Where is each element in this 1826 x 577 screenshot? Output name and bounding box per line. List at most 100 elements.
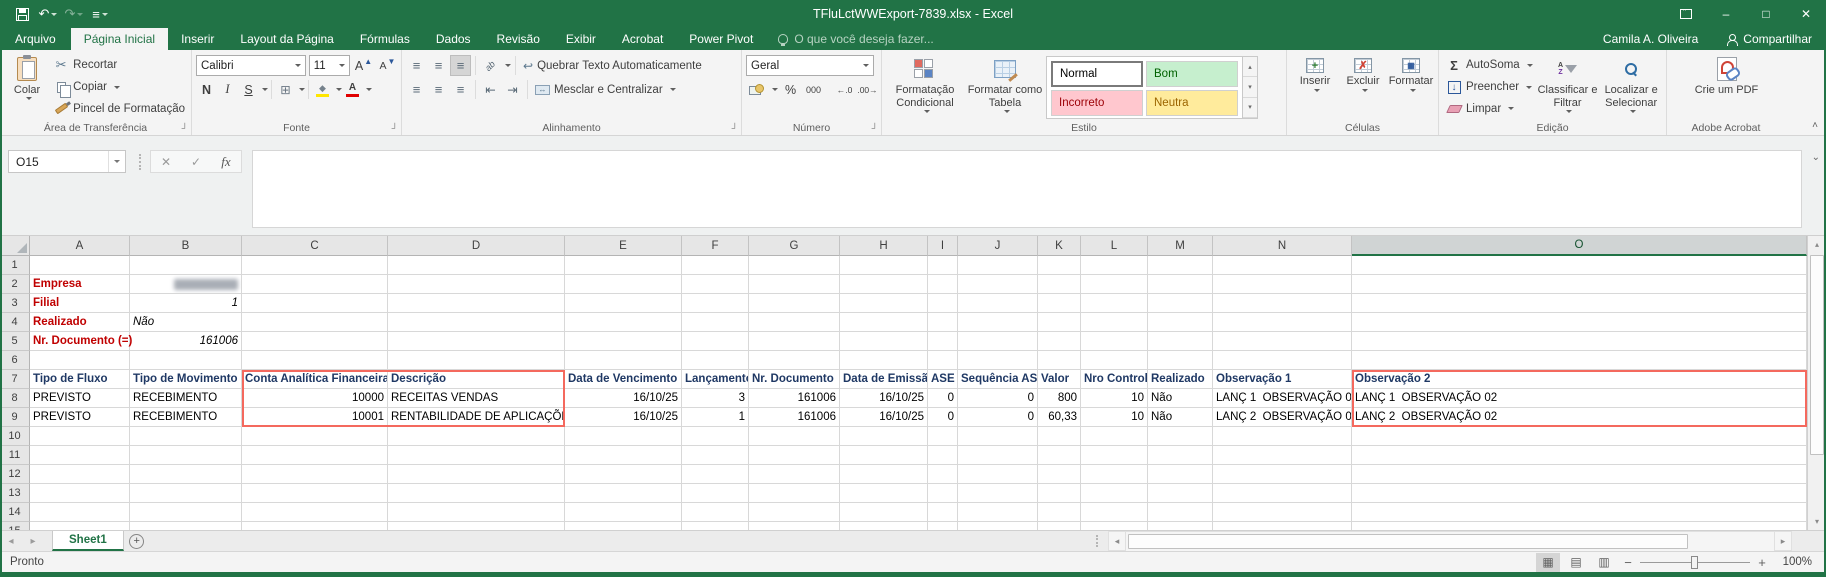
cell-G11[interactable]: [749, 446, 840, 465]
cell-F8[interactable]: 3: [682, 389, 749, 408]
cell-A2[interactable]: Empresa: [30, 275, 130, 294]
cell-A15[interactable]: [30, 522, 130, 530]
cell-A12[interactable]: [30, 465, 130, 484]
increase-decimal-button[interactable]: ←.0: [834, 79, 855, 100]
cell-B13[interactable]: [130, 484, 242, 503]
cell-G13[interactable]: [749, 484, 840, 503]
cell-K3[interactable]: [1038, 294, 1081, 313]
tell-me-box[interactable]: O que você deseja fazer...: [778, 28, 933, 50]
orientation-dropdown-icon[interactable]: [505, 64, 511, 67]
cell-F13[interactable]: [682, 484, 749, 503]
column-header-K[interactable]: K: [1038, 236, 1081, 256]
borders-dropdown-icon[interactable]: [299, 88, 305, 91]
fill-color-button[interactable]: ◆: [312, 79, 333, 100]
tab-power-pivot[interactable]: Power Pivot: [676, 28, 766, 50]
insert-cells-button[interactable]: + Inserir: [1291, 53, 1339, 119]
cell-J13[interactable]: [958, 484, 1038, 503]
cell-M6[interactable]: [1148, 351, 1213, 370]
orientation-button[interactable]: ab: [480, 55, 501, 76]
cell-N2[interactable]: [1213, 275, 1352, 294]
format-painter-button[interactable]: Pincel de Formatação: [50, 98, 188, 119]
cell-M3[interactable]: [1148, 294, 1213, 313]
horizontal-scrollbar[interactable]: [1126, 531, 1774, 551]
column-header-N[interactable]: N: [1213, 236, 1352, 256]
cell-F15[interactable]: [682, 522, 749, 530]
cell-E12[interactable]: [565, 465, 682, 484]
cell-K9[interactable]: 60,33: [1038, 408, 1081, 427]
cell-K12[interactable]: [1038, 465, 1081, 484]
row-header-5[interactable]: 5: [0, 332, 30, 351]
font-name-select[interactable]: Calibri: [196, 55, 306, 76]
cell-D10[interactable]: [388, 427, 565, 446]
cell-C5[interactable]: [242, 332, 388, 351]
column-header-G[interactable]: G: [749, 236, 840, 256]
column-header-O[interactable]: O: [1352, 236, 1807, 256]
cell-C13[interactable]: [242, 484, 388, 503]
cell-C6[interactable]: [242, 351, 388, 370]
cell-B14[interactable]: [130, 503, 242, 522]
cell-M5[interactable]: [1148, 332, 1213, 351]
cell-G7[interactable]: Nr. Documento: [749, 370, 840, 389]
cell-D5[interactable]: [388, 332, 565, 351]
cell-B7[interactable]: Tipo de Movimento: [130, 370, 242, 389]
cell-C7[interactable]: Conta Analítica Financeira: [242, 370, 388, 389]
insert-function-button[interactable]: fx: [211, 151, 241, 172]
formula-input[interactable]: [252, 150, 1802, 228]
cell-G3[interactable]: [749, 294, 840, 313]
cell-L1[interactable]: [1081, 256, 1148, 275]
cell-D4[interactable]: [388, 313, 565, 332]
cell-O10[interactable]: [1352, 427, 1807, 446]
cell-D11[interactable]: [388, 446, 565, 465]
align-left-button[interactable]: ≡: [406, 79, 427, 100]
cell-E2[interactable]: [565, 275, 682, 294]
column-header-A[interactable]: A: [30, 236, 130, 256]
cell-O9[interactable]: LANÇ 2 OBSERVAÇÃO 02: [1352, 408, 1807, 427]
cell-M8[interactable]: Não: [1148, 389, 1213, 408]
increase-indent-button[interactable]: ⇥: [502, 79, 523, 100]
cell-D6[interactable]: [388, 351, 565, 370]
cell-I10[interactable]: [928, 427, 958, 446]
cell-D14[interactable]: [388, 503, 565, 522]
cell-D15[interactable]: [388, 522, 565, 530]
cell-I4[interactable]: [928, 313, 958, 332]
cell-E14[interactable]: [565, 503, 682, 522]
cell-E3[interactable]: [565, 294, 682, 313]
font-size-select[interactable]: 11: [309, 55, 350, 76]
cell-E13[interactable]: [565, 484, 682, 503]
cell-D12[interactable]: [388, 465, 565, 484]
tab-revis-o[interactable]: Revisão: [484, 28, 553, 50]
share-button[interactable]: Compartilhar: [1712, 28, 1826, 50]
cell-C3[interactable]: [242, 294, 388, 313]
cell-K14[interactable]: [1038, 503, 1081, 522]
collapse-ribbon-button[interactable]: ˄: [1812, 120, 1818, 131]
cell-O13[interactable]: [1352, 484, 1807, 503]
cell-A10[interactable]: [30, 427, 130, 446]
cell-L2[interactable]: [1081, 275, 1148, 294]
cell-G10[interactable]: [749, 427, 840, 446]
cell-G4[interactable]: [749, 313, 840, 332]
row-header-14[interactable]: 14: [0, 503, 30, 522]
align-bottom-button[interactable]: ≡: [450, 55, 471, 76]
conditional-formatting-button[interactable]: Formatação Condicional: [886, 53, 964, 119]
cell-K1[interactable]: [1038, 256, 1081, 275]
cell-N7[interactable]: Observação 1: [1213, 370, 1352, 389]
column-header-E[interactable]: E: [565, 236, 682, 256]
fill-button[interactable]: ↓Preencher: [1443, 77, 1536, 98]
column-header-H[interactable]: H: [840, 236, 928, 256]
save-button[interactable]: [10, 2, 34, 26]
cell-O6[interactable]: [1352, 351, 1807, 370]
cell-F1[interactable]: [682, 256, 749, 275]
cell-J9[interactable]: 0: [958, 408, 1038, 427]
cell-I14[interactable]: [928, 503, 958, 522]
increase-font-size-button[interactable]: A▲: [353, 55, 374, 76]
cell-C15[interactable]: [242, 522, 388, 530]
zoom-in-button[interactable]: +: [1754, 555, 1770, 570]
cell-G5[interactable]: [749, 332, 840, 351]
row-header-6[interactable]: 6: [0, 351, 30, 370]
cell-F3[interactable]: [682, 294, 749, 313]
format-as-table-button[interactable]: Formatar como Tabela: [964, 53, 1046, 119]
cell-G8[interactable]: 161006: [749, 389, 840, 408]
cell-O14[interactable]: [1352, 503, 1807, 522]
cell-B5[interactable]: 161006: [130, 332, 242, 351]
accounting-dropdown-icon[interactable]: [772, 88, 778, 91]
